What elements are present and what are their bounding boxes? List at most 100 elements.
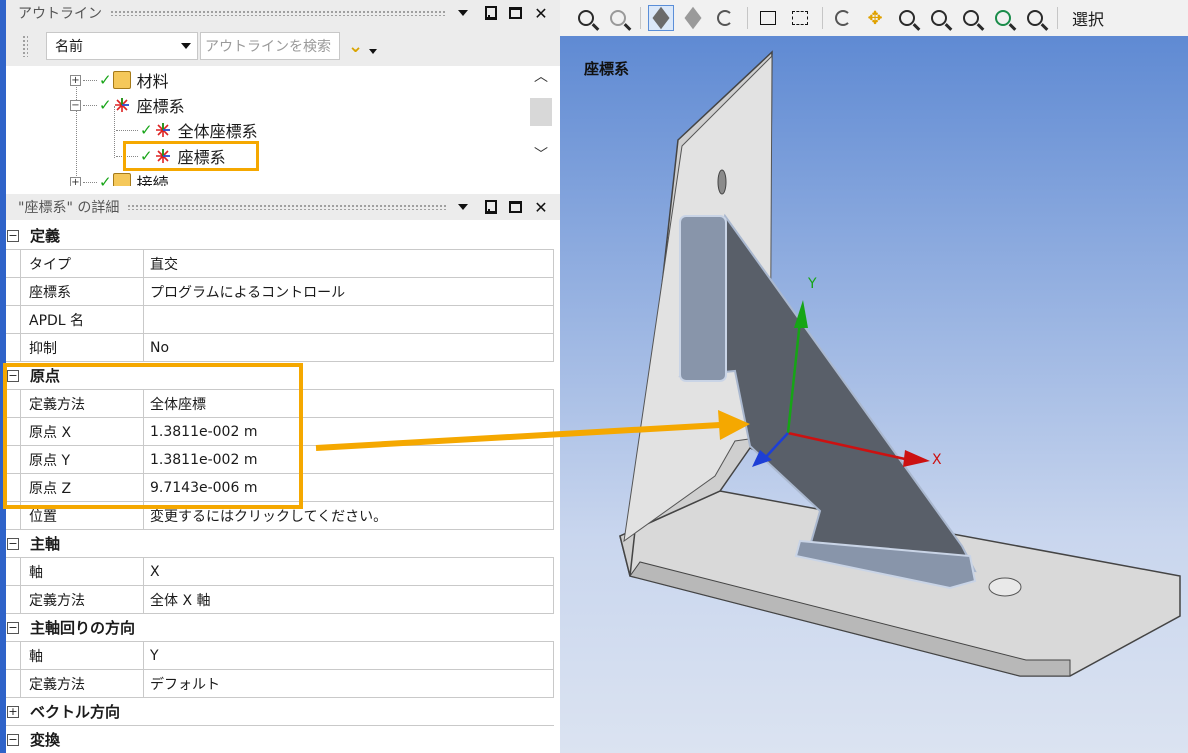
outline-pin-icon[interactable] (480, 4, 498, 22)
tree-item-label: 座標系 (136, 97, 185, 116)
scroll-down-icon[interactable]: ﹀ (530, 144, 552, 164)
check-icon: ✓ (140, 121, 153, 139)
collapse-icon[interactable]: − (7, 229, 19, 242)
details-maximize-icon[interactable] (506, 198, 524, 216)
tree-item-connections[interactable]: + ✓ 接続 (70, 170, 169, 186)
outline-drag-grip[interactable] (110, 10, 446, 16)
zoom-out-icon[interactable] (606, 6, 630, 30)
details-group-title: 変換 (30, 731, 61, 749)
viewport-title: 座標系 (584, 60, 630, 78)
details-title: "座標系" の詳細 (18, 200, 120, 216)
filter-chevron-icon[interactable]: ⌄ (348, 36, 363, 57)
collapse-icon[interactable]: − (7, 537, 19, 550)
details-header: "座標系" の詳細 ✕ (6, 194, 560, 220)
check-icon: ✓ (99, 96, 112, 114)
origin-highlight-box (3, 363, 303, 509)
details-property-value[interactable]: 全体 X 軸 (144, 586, 554, 613)
collapse-icon[interactable]: − (7, 733, 19, 746)
details-group-title: 定義 (30, 227, 61, 245)
zoom-icon[interactable] (895, 6, 919, 30)
details-property-value[interactable]: Y (144, 642, 554, 669)
details-row[interactable]: 軸Y (6, 642, 554, 670)
tree-scrollbar[interactable]: ︿ ﹀ (530, 66, 552, 186)
details-row[interactable]: 座標系 プログラムによるコントロール (6, 278, 554, 306)
details-property-name: タイプ (20, 250, 144, 277)
zoom-box-icon[interactable] (927, 6, 951, 30)
display-style-icon[interactable] (713, 6, 737, 30)
tree-item-label: 材料 (136, 72, 169, 91)
details-row[interactable]: 抑制 No (6, 334, 554, 362)
details-group-header[interactable]: + ベクトル方向 (6, 698, 554, 726)
outline-search-input[interactable]: アウトラインを検索 (200, 32, 340, 60)
details-close-icon[interactable]: ✕ (532, 198, 550, 217)
collapse-icon[interactable]: − (7, 621, 19, 634)
details-row[interactable]: APDL 名 (6, 306, 554, 334)
details-pin-icon[interactable] (480, 198, 498, 216)
details-property-value[interactable] (144, 306, 554, 333)
outline-search-row: 名前 アウトラインを検索 ⌄ (6, 26, 560, 66)
tree-item-global-coordinate-system[interactable]: ✓ 全体座標系 (116, 118, 258, 142)
outline-maximize-icon[interactable] (506, 4, 524, 22)
check-icon: ✓ (99, 71, 112, 89)
details-group-header[interactable]: − 定義 (6, 222, 554, 250)
tree-item-material[interactable]: + ✓ 材料 (70, 68, 169, 92)
axis-x-arrow (903, 450, 930, 467)
outline-name-select[interactable]: 名前 (46, 32, 198, 60)
scroll-thumb[interactable] (530, 98, 552, 126)
coordinate-system-icon (154, 121, 172, 139)
details-drag-grip[interactable] (127, 204, 446, 210)
rotate-icon[interactable] (831, 6, 855, 30)
details-property-name: 軸 (20, 642, 144, 669)
details-property-value[interactable]: デフォルト (144, 670, 554, 697)
tree-item-label: 接続 (136, 174, 169, 186)
details-property-value[interactable]: 直交 (144, 250, 554, 277)
select-face-icon[interactable] (788, 6, 812, 30)
folder-icon (112, 71, 131, 89)
filter-dropdown-icon[interactable] (369, 48, 378, 54)
zoom-selection-icon[interactable] (1023, 6, 1047, 30)
details-property-value[interactable]: No (144, 334, 554, 361)
check-icon: ✓ (99, 173, 112, 186)
details-group-header[interactable]: − 主軸 (6, 530, 554, 558)
details-row[interactable]: 軸X (6, 558, 554, 586)
axis-y-label: Y (807, 276, 817, 292)
tree-item-coordinate-systems[interactable]: − ✓ 座標系 (70, 93, 185, 117)
chevron-down-icon (181, 43, 191, 49)
model-view: X Y (619, 50, 1181, 677)
outline-header: アウトライン ✕ (6, 0, 560, 26)
details-row[interactable]: 定義方法 全体 X 軸 (6, 586, 554, 614)
details-property-name: 抑制 (20, 334, 144, 361)
wireframe-view-icon[interactable] (681, 6, 705, 30)
folder-icon (112, 173, 131, 186)
details-menu-icon[interactable] (454, 198, 472, 216)
details-property-name: APDL 名 (20, 306, 144, 333)
toolbar-grip (22, 35, 28, 57)
shaded-view-icon[interactable] (648, 5, 674, 31)
details-group-header[interactable]: − 変換 (6, 726, 554, 753)
details-property-value[interactable]: X (144, 558, 554, 585)
outline-menu-icon[interactable] (454, 4, 472, 22)
magnifier-icon[interactable] (991, 6, 1015, 30)
details-row[interactable]: タイプ 直交 (6, 250, 554, 278)
expand-icon[interactable]: + (70, 74, 81, 86)
graphics-viewport[interactable]: 座標系 X Y (560, 36, 1188, 753)
tree-selection-highlight (123, 141, 259, 171)
details-row[interactable]: 定義方法 デフォルト (6, 670, 554, 698)
base-hole (988, 577, 1022, 597)
zoom-in-icon[interactable] (574, 6, 598, 30)
rib-slot-upper (679, 215, 727, 382)
zoom-fit-icon[interactable] (959, 6, 983, 30)
details-property-name: 定義方法 (20, 586, 144, 613)
expand-icon[interactable]: + (70, 176, 81, 186)
scroll-up-icon[interactable]: ︿ (530, 66, 552, 86)
coordinate-system-icon (113, 96, 131, 114)
pan-icon[interactable]: ✥ (863, 6, 887, 30)
details-group-header[interactable]: − 主軸回りの方向 (6, 614, 554, 642)
collapse-icon[interactable]: − (70, 99, 81, 111)
select-body-icon[interactable] (756, 6, 780, 30)
outline-close-icon[interactable]: ✕ (532, 4, 550, 23)
details-property-name: 座標系 (20, 278, 144, 305)
details-property-value[interactable]: プログラムによるコントロール (144, 278, 554, 305)
select-mode-label[interactable]: 選択 (1072, 6, 1104, 30)
expand-icon[interactable]: + (7, 705, 19, 718)
